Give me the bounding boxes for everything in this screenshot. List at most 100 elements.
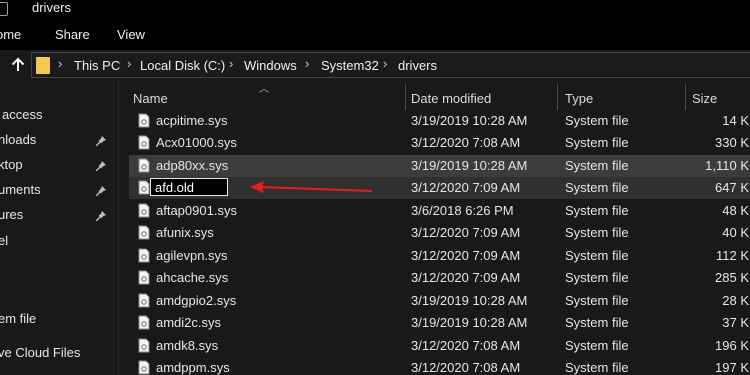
window-title: drivers bbox=[32, 0, 72, 15]
file-type: System file bbox=[565, 225, 629, 240]
ribbon: ome Share View bbox=[0, 18, 750, 50]
table-row[interactable]: Acx01000.sys 3/12/2020 7:08 AM System fi… bbox=[129, 132, 750, 154]
column-name[interactable]: Name bbox=[133, 91, 168, 106]
pin-icon bbox=[96, 161, 106, 171]
file-type: System file bbox=[565, 360, 629, 375]
file-size: 197 K bbox=[715, 360, 749, 375]
file-type: System file bbox=[565, 315, 629, 330]
file-name: aftap0901.sys bbox=[156, 203, 237, 218]
file-type: System file bbox=[565, 113, 629, 128]
title-bar: drivers bbox=[0, 0, 750, 18]
sidebar-item-desktop[interactable]: ktop bbox=[0, 157, 23, 172]
system-file-icon bbox=[138, 293, 150, 308]
sidebar-item-system-file[interactable]: em file bbox=[0, 311, 36, 326]
table-row[interactable]: ahcache.sys 3/12/2020 7:09 AM System fil… bbox=[129, 267, 750, 289]
table-row[interactable]: aftap0901.sys 3/6/2018 6:26 PM System fi… bbox=[129, 200, 750, 222]
system-file-icon bbox=[138, 360, 150, 375]
file-size: 40 K bbox=[722, 225, 749, 240]
file-type: System file bbox=[565, 135, 629, 150]
column-date-modified[interactable]: Date modified bbox=[411, 91, 491, 106]
file-name: acpitime.sys bbox=[156, 113, 228, 128]
breadcrumb-system32[interactable]: System32 bbox=[321, 58, 379, 73]
breadcrumb-local-disk[interactable]: Local Disk (C:) bbox=[140, 58, 225, 73]
rename-input[interactable]: afd.old bbox=[150, 178, 228, 196]
file-type: System file bbox=[565, 158, 629, 173]
table-row[interactable]: amdk8.sys 3/12/2020 7:08 AM System file … bbox=[129, 335, 750, 357]
tab-home[interactable]: ome bbox=[0, 27, 21, 42]
navigation-pane: access nloads ktop uments ures el em fil… bbox=[0, 80, 118, 375]
file-size: 1,110 K bbox=[705, 158, 749, 173]
sidebar-item-excel[interactable]: el bbox=[0, 233, 8, 248]
file-date: 3/12/2020 7:09 AM bbox=[411, 225, 521, 240]
sort-ascending-icon: ︿ bbox=[259, 84, 269, 95]
sidebar-item-documents[interactable]: uments bbox=[0, 182, 41, 197]
table-row[interactable]: amdi2c.sys 3/19/2019 10:28 AM System fil… bbox=[129, 312, 750, 334]
file-name: ahcache.sys bbox=[156, 270, 229, 285]
table-row[interactable]: afd.old 3/12/2020 7:09 AM System file 64… bbox=[129, 177, 750, 199]
file-type: System file bbox=[565, 180, 629, 195]
file-name: amdgpio2.sys bbox=[156, 293, 237, 308]
rename-input-text: afd.old bbox=[155, 180, 195, 195]
file-type: System file bbox=[565, 203, 629, 218]
column-divider[interactable] bbox=[405, 84, 406, 110]
table-row[interactable]: adp80xx.sys 3/19/2019 10:28 AM System fi… bbox=[129, 155, 750, 177]
file-date: 3/12/2020 7:09 AM bbox=[411, 248, 521, 263]
breadcrumb-windows[interactable]: Windows bbox=[244, 58, 297, 73]
file-size: 28 K bbox=[722, 293, 749, 308]
table-row[interactable]: amdppm.sys 3/12/2020 7:08 AM System file… bbox=[129, 357, 750, 375]
sidebar-item-quick-access[interactable]: access bbox=[2, 107, 42, 122]
system-file-icon bbox=[138, 113, 150, 128]
sidebar-item-downloads[interactable]: nloads bbox=[0, 132, 36, 147]
file-size: 14 K bbox=[722, 113, 749, 128]
breadcrumb-this-pc[interactable]: This PC bbox=[74, 58, 120, 73]
file-name: agilevpn.sys bbox=[156, 248, 228, 263]
column-type[interactable]: Type bbox=[565, 91, 593, 106]
pin-icon bbox=[96, 186, 106, 196]
chevron-right-icon[interactable]: › bbox=[383, 56, 387, 71]
file-date: 3/12/2020 7:08 AM bbox=[411, 338, 521, 353]
column-divider[interactable] bbox=[557, 84, 558, 110]
folder-window-icon bbox=[0, 2, 8, 16]
file-size: 330 K bbox=[715, 135, 749, 150]
column-divider[interactable] bbox=[685, 84, 686, 110]
file-size: 647 K bbox=[715, 180, 749, 195]
address-bar[interactable]: › This PC › Local Disk (C:) › Windows › … bbox=[31, 52, 750, 78]
system-file-icon bbox=[138, 315, 150, 330]
file-name: afunix.sys bbox=[156, 225, 214, 240]
system-file-icon bbox=[138, 225, 150, 240]
file-type: System file bbox=[565, 293, 629, 308]
table-row[interactable]: acpitime.sys 3/19/2019 10:28 AM System f… bbox=[129, 110, 750, 132]
file-size: 48 K bbox=[722, 203, 749, 218]
file-date: 3/6/2018 6:26 PM bbox=[411, 203, 514, 218]
chevron-right-icon[interactable]: › bbox=[127, 56, 131, 71]
file-date: 3/19/2019 10:28 AM bbox=[411, 113, 528, 128]
system-file-icon bbox=[138, 135, 150, 150]
sidebar-item-cloud-files[interactable]: ve Cloud Files bbox=[0, 345, 80, 360]
tab-view[interactable]: View bbox=[117, 27, 145, 42]
file-date: 3/19/2019 10:28 AM bbox=[411, 158, 528, 173]
pin-icon bbox=[96, 136, 106, 146]
chevron-right-icon[interactable]: › bbox=[305, 56, 309, 71]
chevron-right-icon[interactable]: › bbox=[58, 56, 62, 71]
up-arrow-icon[interactable] bbox=[9, 56, 27, 74]
file-name: amdppm.sys bbox=[156, 360, 230, 375]
file-type: System file bbox=[565, 248, 629, 263]
file-date: 3/19/2019 10:28 AM bbox=[411, 293, 528, 308]
system-file-icon bbox=[138, 248, 150, 263]
sidebar-item-pictures[interactable]: ures bbox=[0, 207, 23, 222]
pin-icon bbox=[96, 211, 106, 221]
file-size: 285 K bbox=[715, 270, 749, 285]
table-row[interactable]: agilevpn.sys 3/12/2020 7:09 AM System fi… bbox=[129, 245, 750, 267]
chevron-right-icon[interactable]: › bbox=[229, 56, 233, 71]
column-size[interactable]: Size bbox=[692, 91, 717, 106]
system-file-icon bbox=[138, 158, 150, 173]
file-type: System file bbox=[565, 338, 629, 353]
system-file-icon bbox=[138, 203, 150, 218]
breadcrumb-drivers[interactable]: drivers bbox=[398, 58, 437, 73]
table-row[interactable]: afunix.sys 3/12/2020 7:09 AM System file… bbox=[129, 222, 750, 244]
tab-share[interactable]: Share bbox=[55, 27, 90, 42]
annotation-arrow-icon bbox=[250, 181, 373, 193]
table-row[interactable]: amdgpio2.sys 3/19/2019 10:28 AM System f… bbox=[129, 290, 750, 312]
file-list: ︿ Name Date modified Type Size acpitime.… bbox=[119, 80, 750, 375]
system-file-icon bbox=[138, 270, 150, 285]
